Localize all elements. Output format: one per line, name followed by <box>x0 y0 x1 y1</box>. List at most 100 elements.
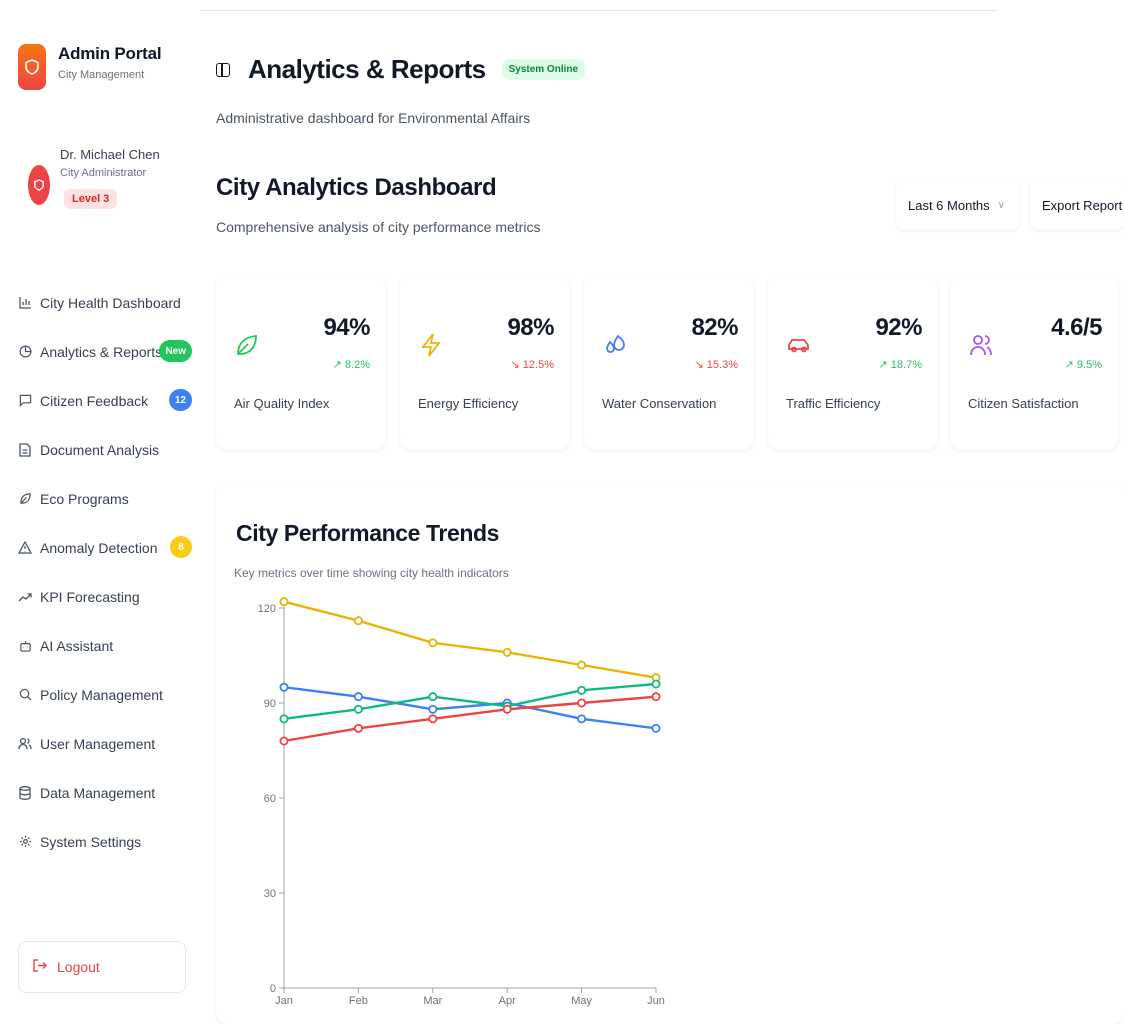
sidebar-item-label: Policy Management <box>40 686 163 703</box>
sidebar-item-label: City Health Dashboard <box>40 294 181 311</box>
brand-subtitle: City Management <box>58 69 145 81</box>
sidebar-item-anomaly-detection[interactable]: Anomaly Detection 8 <box>16 523 196 572</box>
x-tick-label: Apr <box>499 995 516 1007</box>
kpi-trend-value: 9.5% <box>1076 359 1102 371</box>
users-icon <box>16 737 34 750</box>
kpi-value: 4.6/5 <box>1051 314 1102 341</box>
sidebar-item-citizen-feedback[interactable]: Citizen Feedback 12 <box>16 376 196 425</box>
sidebar-item-label: Eco Programs <box>40 490 129 507</box>
document-icon <box>16 442 34 457</box>
page-subtitle: Administrative dashboard for Environment… <box>216 110 531 126</box>
user-level-badge: Level 3 <box>64 189 118 209</box>
brand: Admin Portal City Management <box>18 44 162 90</box>
user-name: Dr. Michael Chen <box>60 147 160 162</box>
data-point <box>428 638 438 648</box>
y-tick-label: 0 <box>270 983 276 995</box>
series-line <box>283 685 657 730</box>
logout-icon <box>33 959 47 975</box>
sidebar-item-data-management[interactable]: Data Management <box>16 768 196 817</box>
data-point <box>577 685 587 695</box>
sidebar-item-kpi-forecasting[interactable]: KPI Forecasting <box>16 572 196 621</box>
kpi-label: Water Conservation <box>602 396 717 411</box>
sidebar-item-system-settings[interactable]: System Settings <box>16 817 196 866</box>
kpi-trend-value: 12.5% <box>522 359 554 371</box>
sidebar-toggle-icon[interactable] <box>216 62 230 77</box>
series-line <box>283 600 657 679</box>
data-point <box>353 723 363 733</box>
sidebar-item-ai-assistant[interactable]: AI Assistant <box>16 621 196 670</box>
data-point <box>577 698 587 708</box>
kpi-value: 94% <box>323 314 370 341</box>
sidebar-item-label: AI Assistant <box>40 637 114 654</box>
lightning-icon <box>418 332 444 358</box>
kpi-label: Energy Efficiency <box>418 396 519 411</box>
sidebar-item-label: System Settings <box>40 833 142 850</box>
kpi-value: 92% <box>875 314 922 341</box>
data-point <box>353 692 363 702</box>
page-title: Analytics & Reports <box>248 54 486 84</box>
search-icon <box>16 688 34 701</box>
sidebar-item-label: Data Management <box>40 784 156 801</box>
trend-chart: 0 30 60 90 120 Jan Feb Mar Apr May Jun <box>258 597 665 1007</box>
period-select-value: Last 6 Months <box>908 197 990 213</box>
status-badge: System Online <box>501 59 586 80</box>
message-icon <box>16 394 34 407</box>
logout-button[interactable]: Logout <box>18 941 186 993</box>
user-role: City Administrator <box>60 167 147 179</box>
x-tick-label: Feb <box>349 995 368 1007</box>
kpi-label: Citizen Satisfaction <box>968 396 1079 411</box>
kpi-value: 98% <box>507 314 554 341</box>
sidebar-item-analytics-reports[interactable]: Analytics & Reports New <box>16 327 196 376</box>
data-point <box>651 723 661 733</box>
kpi-trend-value: 8.2% <box>344 359 370 371</box>
data-point <box>502 647 512 657</box>
data-point <box>279 597 289 607</box>
sidebar-item-eco-programs[interactable]: Eco Programs <box>16 474 196 523</box>
y-tick-label: 60 <box>264 793 276 805</box>
y-tick-label: 120 <box>258 603 276 615</box>
droplets-icon <box>602 332 628 358</box>
data-point <box>577 714 587 724</box>
sidebar-item-label: Analytics & Reports <box>40 343 163 360</box>
kpi-card-traffic: 92% ↗ 18.7% Traffic Efficiency <box>768 276 938 450</box>
database-icon <box>16 785 34 800</box>
sidebar-item-policy-management[interactable]: Policy Management <box>16 670 196 719</box>
sidebar-item-label: Document Analysis <box>40 441 160 458</box>
count-badge: 8 <box>170 536 192 558</box>
data-point <box>279 736 289 746</box>
sidebar-nav: City Health Dashboard Analytics & Report… <box>16 278 196 866</box>
kpi-label: Traffic Efficiency <box>786 396 881 411</box>
dashboard-subtitle: Comprehensive analysis of city performan… <box>216 219 541 235</box>
pie-chart-icon <box>16 345 34 358</box>
data-point <box>577 660 587 670</box>
data-point <box>502 704 512 714</box>
kpi-trend: ↗ 9.5% <box>1064 359 1102 371</box>
sidebar-item-city-health-dashboard[interactable]: City Health Dashboard <box>16 278 196 327</box>
sidebar-item-document-analysis[interactable]: Document Analysis <box>16 425 196 474</box>
data-point <box>428 704 438 714</box>
data-point <box>353 616 363 626</box>
kpi-card-energy: 98% ↘ 12.5% Energy Efficiency <box>400 276 570 450</box>
data-point <box>279 714 289 724</box>
sidebar-item-user-management[interactable]: User Management <box>16 719 196 768</box>
shield-logo-icon <box>18 44 46 90</box>
kpi-trend: ↗ 8.2% <box>332 359 370 371</box>
count-badge: 12 <box>168 389 192 411</box>
kpi-card-air-quality: 94% ↗ 8.2% Air Quality Index <box>216 276 386 450</box>
period-select[interactable]: Last 6 Months ∨ <box>896 180 1019 230</box>
kpi-trend-value: 18.7% <box>890 359 922 371</box>
kpi-value: 82% <box>691 314 738 341</box>
data-point <box>353 704 363 714</box>
series-line <box>283 695 657 743</box>
data-point <box>279 682 289 692</box>
kpi-trend-value: 15.3% <box>706 359 738 371</box>
performance-trends-panel: City Performance Trends Key metrics over… <box>216 484 1124 1024</box>
users-icon <box>968 332 994 358</box>
y-tick-label: 30 <box>264 888 276 900</box>
export-report-button[interactable]: Export Report <box>1030 180 1124 230</box>
export-report-label: Export Report <box>1042 197 1123 213</box>
data-point <box>651 692 661 702</box>
y-tick-label: 90 <box>264 698 276 710</box>
gear-icon <box>16 835 34 848</box>
data-point <box>428 692 438 702</box>
